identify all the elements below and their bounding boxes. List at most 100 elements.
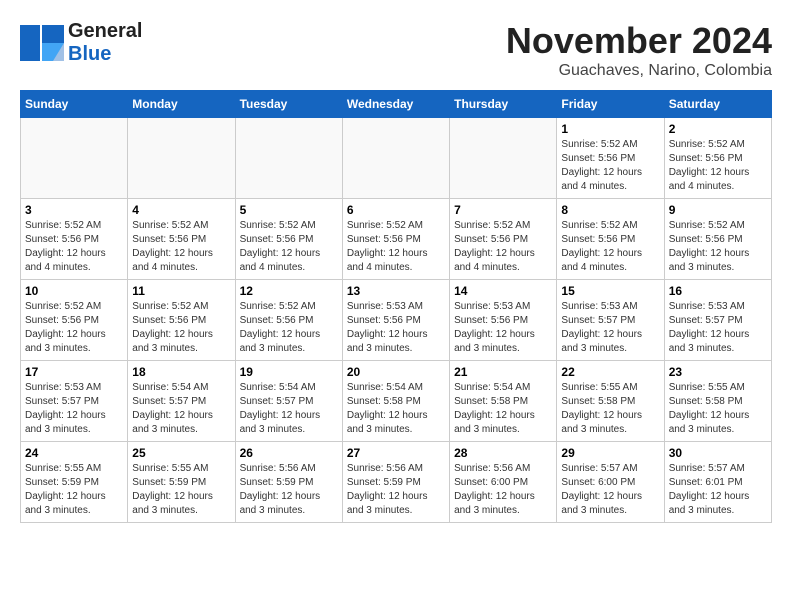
calendar-cell: 9Sunrise: 5:52 AM Sunset: 5:56 PM Daylig… — [664, 199, 771, 280]
calendar-cell: 16 Sunrise: 5:53 AM Sunset: 5:57 PM Dayli… — [664, 280, 771, 361]
calendar-week-4: 17 Sunrise: 5:53 AM Sunset: 5:57 PM Dayli… — [21, 361, 772, 442]
col-sunday: Sunday — [21, 91, 128, 118]
calendar-cell: 30Sunrise: 5:57 AM Sunset: 6:01 PM Dayli… — [664, 442, 771, 523]
col-thursday: Thursday — [450, 91, 557, 118]
calendar-cell — [128, 118, 235, 199]
day-info: Sunrise: 5:57 AM Sunset: 6:00 PM Dayligh… — [561, 462, 659, 518]
day-info: Sunrise: 5:52 AM Sunset: 5:56 PM Dayligh… — [669, 138, 767, 194]
day-info: Sunrise: 5:52 AM Sunset: 5:56 PM Dayligh… — [561, 138, 659, 194]
day-number: 11 — [132, 284, 230, 298]
page-header: General Blue November 2024 Guachaves, Na… — [20, 20, 772, 80]
calendar-cell: 17 Sunrise: 5:53 AM Sunset: 5:57 PM Dayli… — [21, 361, 128, 442]
calendar-cell: 21Sunrise: 5:54 AM Sunset: 5:58 PM Dayli… — [450, 361, 557, 442]
day-info: Sunrise: 5:52 AM Sunset: 5:56 PM Dayligh… — [25, 219, 123, 275]
calendar-cell: 29 Sunrise: 5:57 AM Sunset: 6:00 PM Dayli… — [557, 442, 664, 523]
day-info: Sunrise: 5:52 AM Sunset: 5:56 PM Dayligh… — [132, 219, 230, 275]
day-number: 8 — [561, 203, 659, 217]
day-info: Sunrise: 5:52 AM Sunset: 5:56 PM Dayligh… — [561, 219, 659, 275]
day-number: 16 — [669, 284, 767, 298]
day-info: Sunrise: 5:55 AM Sunset: 5:58 PM Dayligh… — [669, 381, 767, 437]
day-info: Sunrise: 5:56 AM Sunset: 6:00 PM Dayligh… — [454, 462, 552, 518]
day-info: Sunrise: 5:52 AM Sunset: 5:56 PM Dayligh… — [240, 300, 338, 356]
day-number: 23 — [669, 365, 767, 379]
day-number: 12 — [240, 284, 338, 298]
day-number: 13 — [347, 284, 445, 298]
calendar-cell: 8 Sunrise: 5:52 AM Sunset: 5:56 PM Daylig… — [557, 199, 664, 280]
day-number: 26 — [240, 446, 338, 460]
logo-blue: Blue — [68, 43, 111, 65]
day-number: 10 — [25, 284, 123, 298]
calendar-cell: 4Sunrise: 5:52 AM Sunset: 5:56 PM Daylig… — [128, 199, 235, 280]
col-monday: Monday — [128, 91, 235, 118]
day-number: 18 — [132, 365, 230, 379]
calendar-cell: 25Sunrise: 5:55 AM Sunset: 5:59 PM Dayli… — [128, 442, 235, 523]
day-info: Sunrise: 5:52 AM Sunset: 5:56 PM Dayligh… — [25, 300, 123, 356]
day-number: 29 — [561, 446, 659, 460]
col-tuesday: Tuesday — [235, 91, 342, 118]
calendar-cell: 13Sunrise: 5:53 AM Sunset: 5:56 PM Dayli… — [342, 280, 449, 361]
calendar-cell — [21, 118, 128, 199]
day-info: Sunrise: 5:54 AM Sunset: 5:57 PM Dayligh… — [240, 381, 338, 437]
calendar-cell: 26 Sunrise: 5:56 AM Sunset: 5:59 PM Dayli… — [235, 442, 342, 523]
day-info: Sunrise: 5:55 AM Sunset: 5:59 PM Dayligh… — [132, 462, 230, 518]
calendar-cell: 28 Sunrise: 5:56 AM Sunset: 6:00 PM Dayli… — [450, 442, 557, 523]
logo: General Blue — [20, 20, 142, 66]
col-wednesday: Wednesday — [342, 91, 449, 118]
calendar-week-2: 3Sunrise: 5:52 AM Sunset: 5:56 PM Daylig… — [21, 199, 772, 280]
calendar-cell: 18Sunrise: 5:54 AM Sunset: 5:57 PM Dayli… — [128, 361, 235, 442]
day-number: 19 — [240, 365, 338, 379]
calendar-cell: 7 Sunrise: 5:52 AM Sunset: 5:56 PM Daylig… — [450, 199, 557, 280]
day-number: 17 — [25, 365, 123, 379]
calendar-cell: 5Sunrise: 5:52 AM Sunset: 5:56 PM Daylig… — [235, 199, 342, 280]
day-info: Sunrise: 5:52 AM Sunset: 5:56 PM Dayligh… — [132, 300, 230, 356]
calendar-cell: 6 Sunrise: 5:52 AM Sunset: 5:56 PM Daylig… — [342, 199, 449, 280]
day-info: Sunrise: 5:57 AM Sunset: 6:01 PM Dayligh… — [669, 462, 767, 518]
day-info: Sunrise: 5:55 AM Sunset: 5:59 PM Dayligh… — [25, 462, 123, 518]
calendar-cell — [450, 118, 557, 199]
day-info: Sunrise: 5:53 AM Sunset: 5:57 PM Dayligh… — [25, 381, 123, 437]
day-info: Sunrise: 5:56 AM Sunset: 5:59 PM Dayligh… — [347, 462, 445, 518]
calendar-table: Sunday Monday Tuesday Wednesday Thursday… — [20, 90, 772, 523]
calendar-week-3: 10 Sunrise: 5:52 AM Sunset: 5:56 PM Dayli… — [21, 280, 772, 361]
calendar-cell: 19 Sunrise: 5:54 AM Sunset: 5:57 PM Dayli… — [235, 361, 342, 442]
day-info: Sunrise: 5:56 AM Sunset: 5:59 PM Dayligh… — [240, 462, 338, 518]
col-friday: Friday — [557, 91, 664, 118]
calendar-cell: 12 Sunrise: 5:52 AM Sunset: 5:56 PM Dayli… — [235, 280, 342, 361]
logo-general: General — [68, 20, 142, 42]
calendar-cell — [235, 118, 342, 199]
calendar-cell: 1 Sunrise: 5:52 AM Sunset: 5:56 PM Daylig… — [557, 118, 664, 199]
title-block: November 2024 Guachaves, Narino, Colombi… — [506, 20, 772, 80]
day-number: 1 — [561, 122, 659, 136]
calendar-cell: 23 Sunrise: 5:55 AM Sunset: 5:58 PM Dayli… — [664, 361, 771, 442]
day-number: 14 — [454, 284, 552, 298]
day-info: Sunrise: 5:52 AM Sunset: 5:56 PM Dayligh… — [240, 219, 338, 275]
logo-icon — [20, 25, 64, 61]
day-info: Sunrise: 5:52 AM Sunset: 5:56 PM Dayligh… — [454, 219, 552, 275]
calendar-cell: 22Sunrise: 5:55 AM Sunset: 5:58 PM Dayli… — [557, 361, 664, 442]
calendar-cell: 20Sunrise: 5:54 AM Sunset: 5:58 PM Dayli… — [342, 361, 449, 442]
day-info: Sunrise: 5:52 AM Sunset: 5:56 PM Dayligh… — [347, 219, 445, 275]
calendar-cell: 2 Sunrise: 5:52 AM Sunset: 5:56 PM Daylig… — [664, 118, 771, 199]
day-number: 28 — [454, 446, 552, 460]
day-number: 15 — [561, 284, 659, 298]
col-saturday: Saturday — [664, 91, 771, 118]
calendar-cell: 11 Sunrise: 5:52 AM Sunset: 5:56 PM Dayli… — [128, 280, 235, 361]
location: Guachaves, Narino, Colombia — [506, 62, 772, 80]
calendar-cell: 24Sunrise: 5:55 AM Sunset: 5:59 PM Dayli… — [21, 442, 128, 523]
day-number: 22 — [561, 365, 659, 379]
month-year: November 2024 — [506, 20, 772, 62]
day-info: Sunrise: 5:54 AM Sunset: 5:58 PM Dayligh… — [454, 381, 552, 437]
day-info: Sunrise: 5:52 AM Sunset: 5:56 PM Dayligh… — [669, 219, 767, 275]
calendar-header-row: Sunday Monday Tuesday Wednesday Thursday… — [21, 91, 772, 118]
day-info: Sunrise: 5:54 AM Sunset: 5:58 PM Dayligh… — [347, 381, 445, 437]
calendar-cell: 27Sunrise: 5:56 AM Sunset: 5:59 PM Dayli… — [342, 442, 449, 523]
calendar-week-1: 1 Sunrise: 5:52 AM Sunset: 5:56 PM Daylig… — [21, 118, 772, 199]
day-number: 6 — [347, 203, 445, 217]
day-number: 7 — [454, 203, 552, 217]
day-number: 2 — [669, 122, 767, 136]
calendar-body: 1 Sunrise: 5:52 AM Sunset: 5:56 PM Daylig… — [21, 118, 772, 523]
day-info: Sunrise: 5:53 AM Sunset: 5:56 PM Dayligh… — [454, 300, 552, 356]
day-info: Sunrise: 5:53 AM Sunset: 5:57 PM Dayligh… — [669, 300, 767, 356]
calendar-week-5: 24Sunrise: 5:55 AM Sunset: 5:59 PM Dayli… — [21, 442, 772, 523]
calendar-cell: 3Sunrise: 5:52 AM Sunset: 5:56 PM Daylig… — [21, 199, 128, 280]
